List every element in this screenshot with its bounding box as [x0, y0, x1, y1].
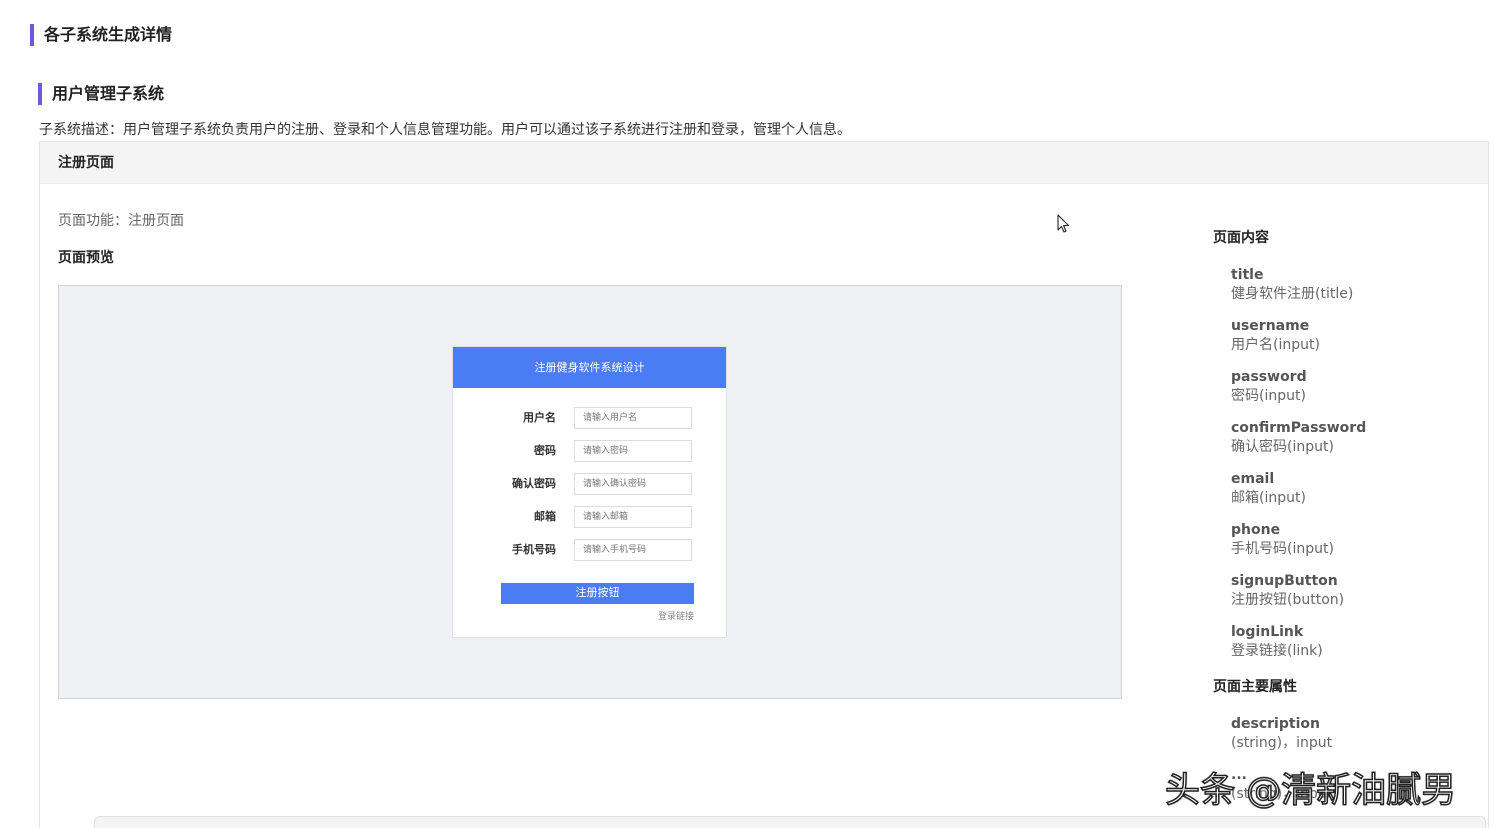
list-item: description (string)，input	[1231, 715, 1483, 753]
content-value: 用户名(input)	[1231, 337, 1320, 353]
content-value: 确认密码(input)	[1231, 439, 1334, 455]
preview-input-username[interactable]	[574, 407, 692, 429]
preview-row-phone: 手机号码	[453, 539, 728, 561]
preview-label: 页面预览	[58, 250, 114, 266]
list-item: username 用户名(input)	[1231, 317, 1483, 355]
content-value: 密码(input)	[1231, 388, 1306, 404]
section-title: 各子系统生成详情	[30, 24, 172, 46]
preview-label-phone: 手机号码	[512, 543, 556, 556]
page-info-panel: 页面内容 title 健身软件注册(title) username 用户名(in…	[1213, 228, 1483, 804]
content-value: 健身软件注册(title)	[1231, 286, 1354, 302]
preview-login-link[interactable]: 登录链接	[658, 609, 694, 622]
content-value: 注册按钮(button)	[1231, 592, 1345, 608]
preview-row-confirm-password: 确认密码	[453, 473, 728, 495]
preview-input-phone[interactable]	[574, 539, 692, 561]
content-key: title	[1231, 267, 1264, 283]
content-key: phone	[1231, 522, 1281, 538]
mouse-pointer-icon	[1057, 214, 1070, 233]
preview-input-email[interactable]	[574, 506, 692, 528]
list-item: confirmPassword 确认密码(input)	[1231, 419, 1483, 457]
list-item: password 密码(input)	[1231, 368, 1483, 406]
attr-value: (string)，input	[1231, 735, 1333, 751]
content-value: 登录链接(link)	[1231, 643, 1323, 659]
content-key: loginLink	[1231, 624, 1304, 640]
content-value: 邮箱(input)	[1231, 490, 1306, 506]
preview-label-email: 邮箱	[534, 510, 556, 523]
preview-label-password: 密码	[534, 444, 556, 457]
subsystem-description: 子系统描述：用户管理子系统负责用户的注册、登录和个人信息管理功能。用户可以通过该…	[39, 122, 851, 138]
subsystem-title: 用户管理子系统	[38, 83, 164, 105]
content-key: signupButton	[1231, 573, 1338, 589]
list-item: title 健身软件注册(title)	[1231, 266, 1483, 304]
preview-form-title: 注册健身软件系统设计	[453, 347, 726, 388]
content-key: username	[1231, 318, 1310, 334]
watermark: 头条 @清新油腻男	[1164, 770, 1457, 812]
page: 各子系统生成详情 用户管理子系统 子系统描述：用户管理子系统负责用户的注册、登录…	[0, 0, 1503, 828]
list-item: loginLink 登录链接(link)	[1231, 623, 1483, 661]
content-key: email	[1231, 471, 1275, 487]
page-attrs-heading: 页面主要属性	[1213, 679, 1297, 695]
list-item: email 邮箱(input)	[1231, 470, 1483, 508]
preview-signup-form: 注册健身软件系统设计 用户名 密码 确认密码 邮箱	[452, 346, 727, 638]
content-key: password	[1231, 369, 1307, 385]
content-key: confirmPassword	[1231, 420, 1367, 436]
preview-box: 注册健身软件系统设计 用户名 密码 确认密码 邮箱	[58, 285, 1122, 699]
content-value: 手机号码(input)	[1231, 541, 1334, 557]
attr-key: description	[1231, 716, 1320, 732]
card-header[interactable]: 注册页面	[40, 142, 1488, 184]
preview-input-confirm-password[interactable]	[574, 473, 692, 495]
bottom-panel-edge	[94, 816, 1486, 828]
page-content-list: title 健身软件注册(title) username 用户名(input) …	[1213, 266, 1483, 661]
list-item: signupButton 注册按钮(button)	[1231, 572, 1483, 610]
preview-signup-button[interactable]: 注册按钮	[501, 583, 694, 604]
preview-row-email: 邮箱	[453, 506, 728, 528]
preview-row-username: 用户名	[453, 407, 728, 429]
page-function: 页面功能：注册页面	[58, 213, 184, 229]
list-item: phone 手机号码(input)	[1231, 521, 1483, 559]
preview-row-password: 密码	[453, 440, 728, 462]
preview-label-username: 用户名	[523, 411, 556, 424]
preview-input-password[interactable]	[574, 440, 692, 462]
preview-label-confirm-password: 确认密码	[512, 477, 556, 490]
page-content-heading: 页面内容	[1213, 230, 1269, 246]
